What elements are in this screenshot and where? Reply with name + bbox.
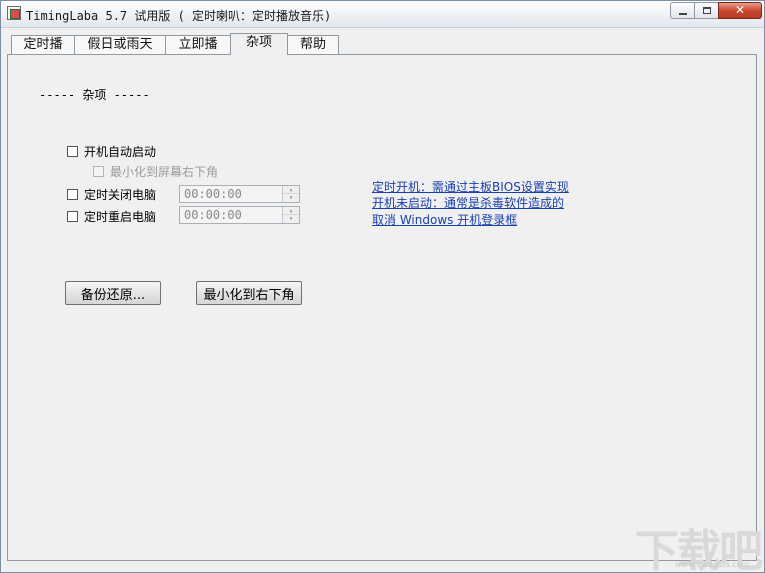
tab-holiday-rain[interactable]: 假日或雨天 [74,35,166,54]
tab-misc[interactable]: 杂项 [230,33,288,55]
restart-time-input[interactable]: 00:00:00 ▲ ▼ [179,206,300,224]
shutdown-time-spinner[interactable]: ▲ ▼ [282,186,299,202]
minimize-button[interactable] [670,2,695,19]
timed-restart-box[interactable] [67,211,78,222]
backup-restore-button[interactable]: 备份还原... [65,281,161,305]
window-title: TimingLaba 5.7 试用版 ( 定时喇叭：定时播放音乐) [26,9,332,23]
timed-restart-checkbox[interactable]: 定时重启电脑 [67,208,156,225]
minimize-tray-checkbox[interactable]: 最小化到屏幕右下角 [93,163,218,180]
restart-time-value: 00:00:00 [184,208,242,222]
link-bios-power-on[interactable]: 定时开机：需通过主板BIOS设置实现 [372,178,569,195]
timed-shutdown-label: 定时关闭电脑 [84,188,157,202]
minimize-icon [678,12,687,15]
tab-timed-play[interactable]: 定时播 [11,35,75,54]
auto-start-checkbox[interactable]: 开机自动启动 [67,143,156,160]
tab-panel-misc [7,54,757,561]
timed-shutdown-checkbox[interactable]: 定时关闭电脑 [67,186,156,203]
timed-shutdown-box[interactable] [67,189,78,200]
watermark-logo: 下载吧 www.xiazaiba.com [619,509,763,572]
app-window: TimingLaba 5.7 试用版 ( 定时喇叭：定时播放音乐) ✕ 定时播 … [0,0,765,573]
minimize-to-corner-button[interactable]: 最小化到右下角 [196,281,302,305]
tab-help[interactable]: 帮助 [287,35,339,54]
maximize-button[interactable] [694,2,719,19]
timed-restart-label: 定时重启电脑 [84,210,157,224]
auto-start-label: 开机自动启动 [84,145,157,159]
title-bar[interactable]: TimingLaba 5.7 试用版 ( 定时喇叭：定时播放音乐) ✕ [1,1,764,28]
shutdown-time-value: 00:00:00 [184,187,242,201]
close-icon: ✕ [734,3,746,17]
app-icon[interactable] [7,6,21,20]
minimize-tray-label: 最小化到屏幕右下角 [110,165,219,179]
shutdown-time-input[interactable]: 00:00:00 ▲ ▼ [179,185,300,203]
auto-start-box[interactable] [67,146,78,157]
close-button[interactable]: ✕ [718,2,762,19]
section-title: ----- 杂项 ----- [39,88,150,102]
link-antivirus-startup[interactable]: 开机未启动：通常是杀毒软件造成的 [372,194,564,211]
spin-down-icon[interactable]: ▼ [283,215,299,223]
tab-play-now[interactable]: 立即播 [165,35,231,54]
link-cancel-login[interactable]: 取消 Windows 开机登录框 [372,211,517,228]
spin-down-icon[interactable]: ▼ [283,194,299,202]
watermark-url: www.xiazaiba.com [675,560,750,569]
minimize-tray-box[interactable] [93,166,104,177]
maximize-icon [702,7,711,14]
restart-time-spinner[interactable]: ▲ ▼ [282,207,299,223]
